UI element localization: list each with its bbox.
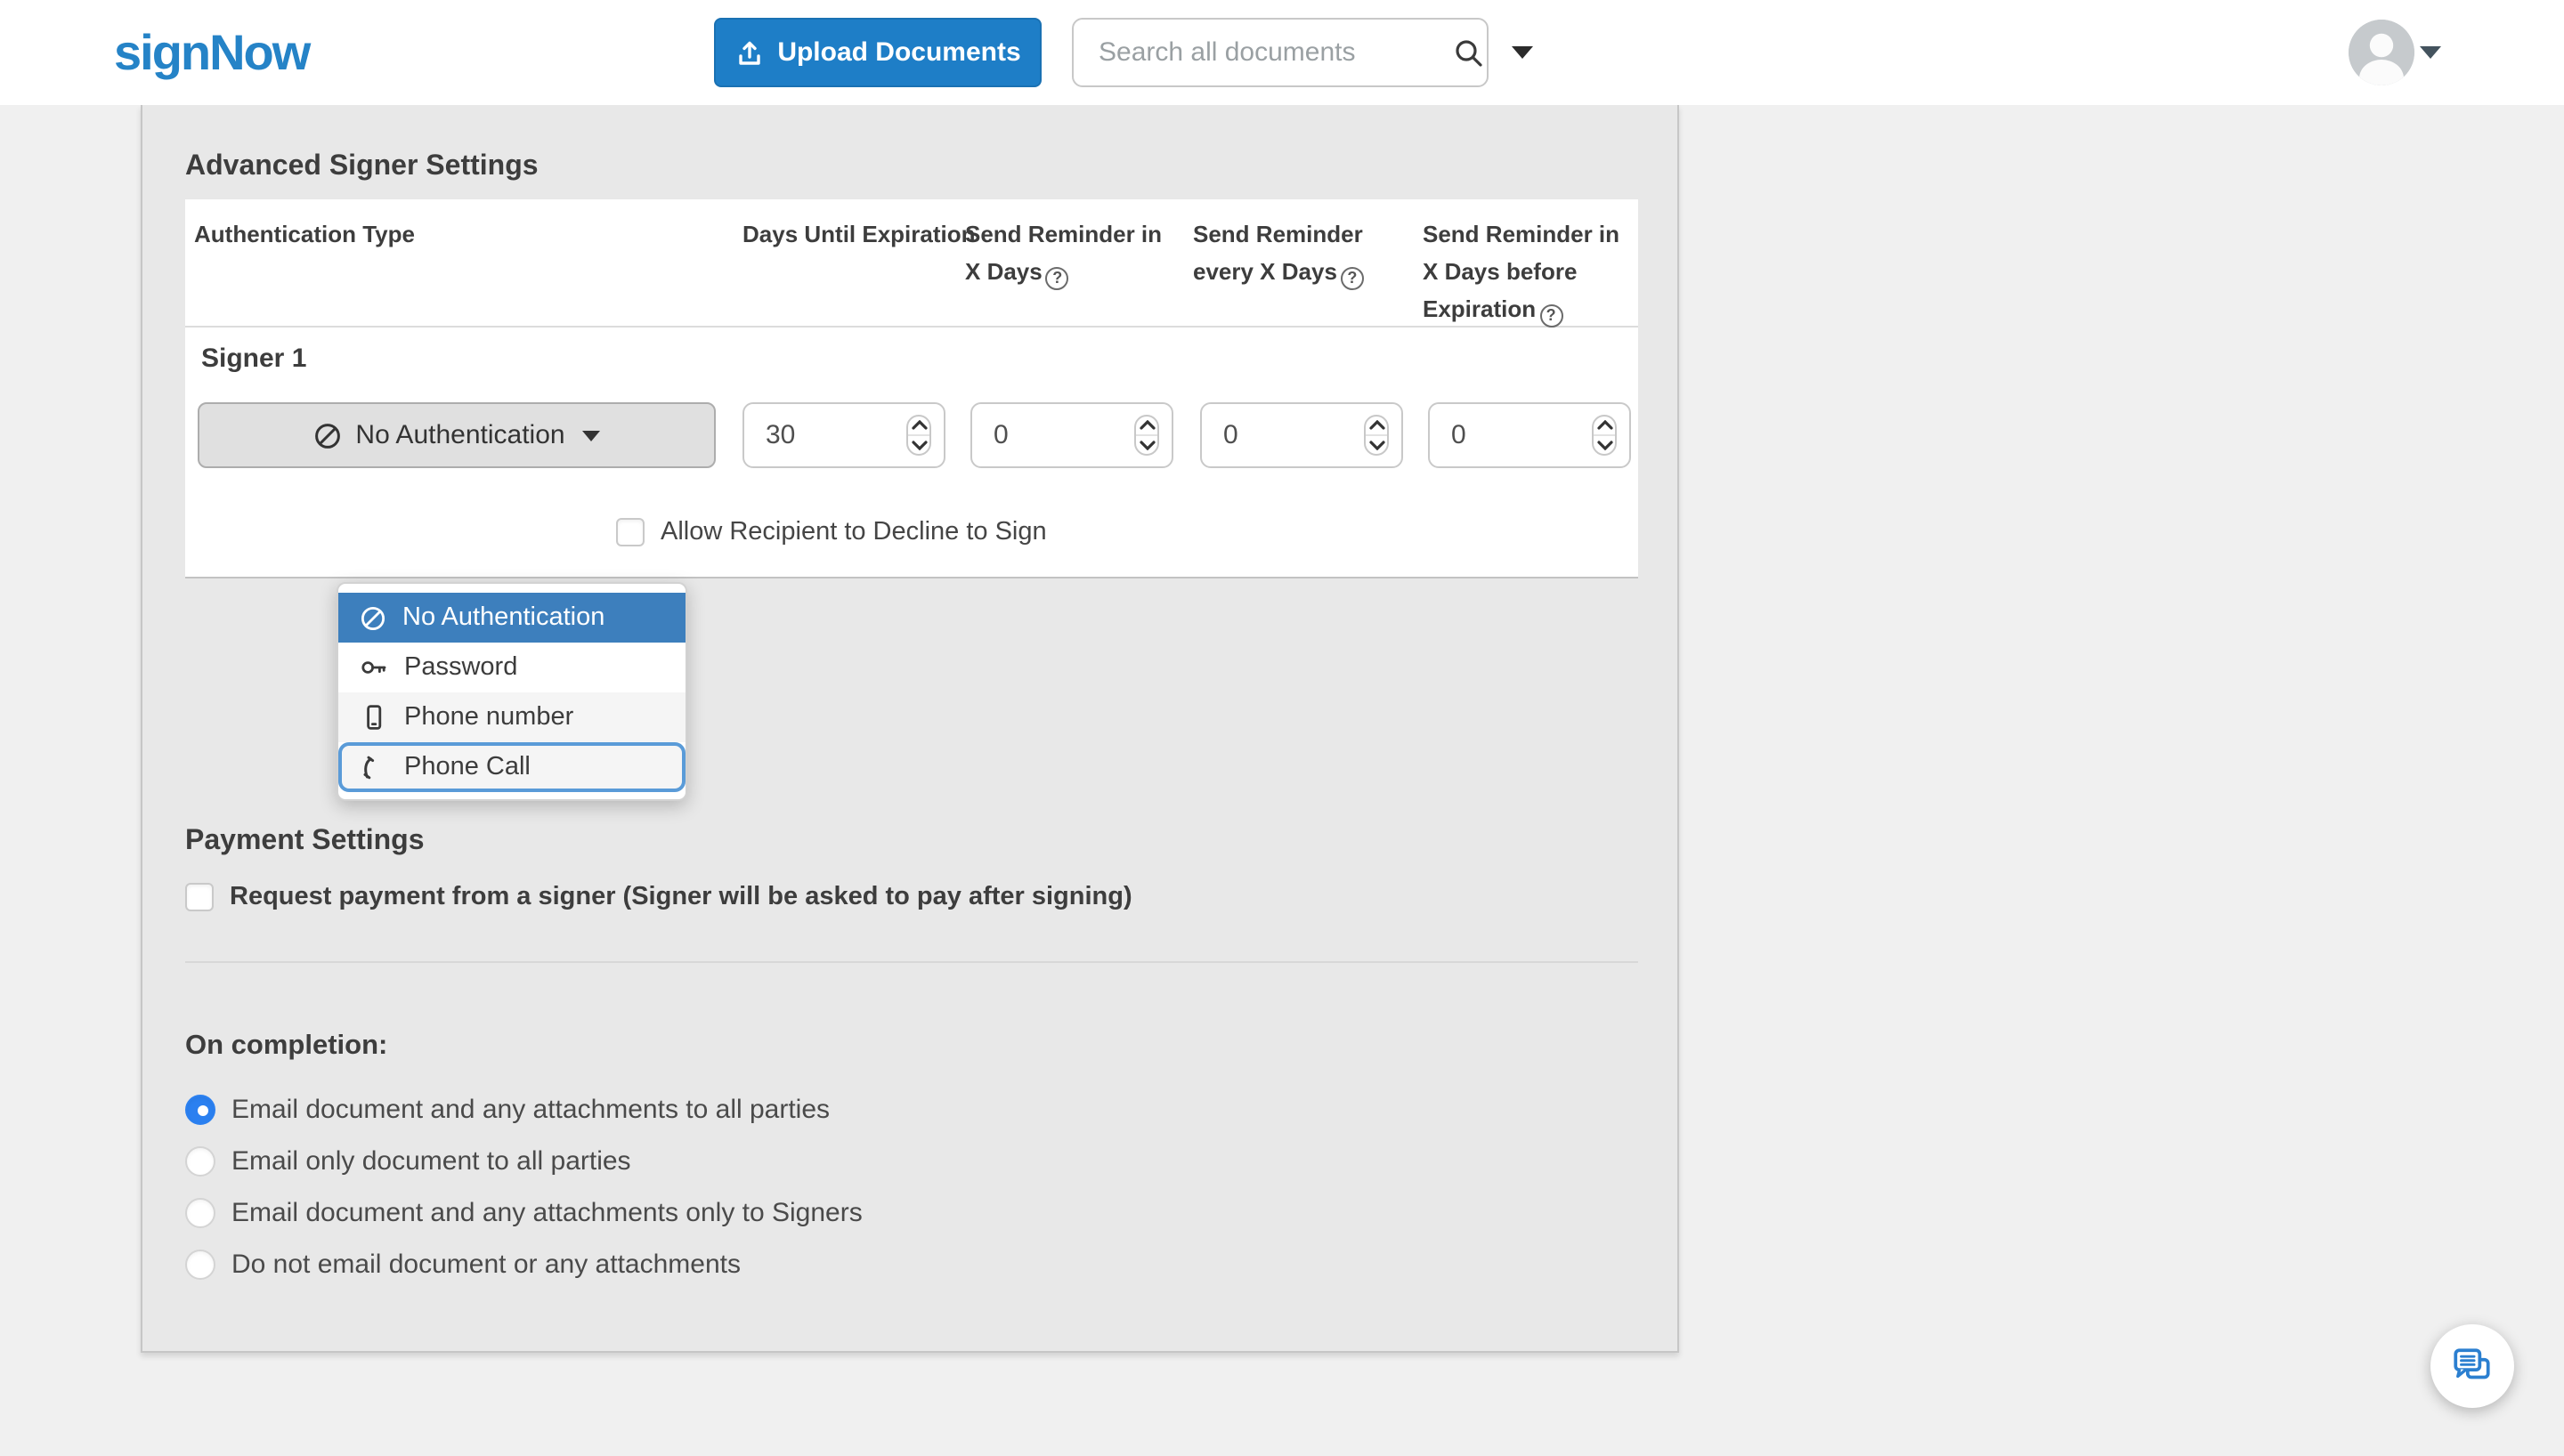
authentication-type-dropdown-button[interactable]: No Authentication <box>198 402 716 468</box>
send-reminder-in-x-days-field <box>970 402 1173 468</box>
menu-item-phone-number[interactable]: Phone number <box>338 692 686 742</box>
account-menu-caret-icon[interactable] <box>2420 46 2441 59</box>
help-icon[interactable]: ? <box>1045 267 1069 290</box>
phone-icon <box>360 753 388 781</box>
no-auth-icon <box>312 421 341 449</box>
avatar[interactable] <box>2349 20 2414 85</box>
request-payment-checkbox[interactable] <box>185 883 214 911</box>
signer-1-label: Signer 1 <box>201 344 307 374</box>
decline-to-sign-row: Allow Recipient to Decline to Sign <box>185 513 1638 555</box>
number-stepper[interactable] <box>906 415 931 456</box>
upload-icon <box>734 38 763 67</box>
search-input[interactable] <box>1074 37 1453 68</box>
col-header-send-reminder-every-x-days: Send Reminder every X Days? <box>1193 215 1421 290</box>
number-stepper[interactable] <box>1592 415 1617 456</box>
key-icon <box>360 653 388 682</box>
table-header-row: Authentication Type Days Until Expiratio… <box>185 199 1638 328</box>
help-icon[interactable]: ? <box>1539 304 1563 328</box>
mobile-icon <box>360 703 388 732</box>
menu-item-no-authentication[interactable]: No Authentication <box>338 593 686 643</box>
help-icon[interactable]: ? <box>1340 267 1364 290</box>
radio[interactable] <box>185 1145 215 1176</box>
auth-dropdown-label: No Authentication <box>355 420 565 450</box>
completion-option-signers-only[interactable]: Email document and any attachments only … <box>185 1194 863 1230</box>
advanced-settings-panel: Advanced Signer Settings Authentication … <box>141 105 1679 1353</box>
radio[interactable] <box>185 1197 215 1227</box>
search-filter-caret-icon[interactable] <box>1512 46 1533 59</box>
chat-icon <box>2450 1344 2495 1388</box>
panel-title: Advanced Signer Settings <box>185 151 539 182</box>
col-header-days-until-expiration: Days Until Expiration <box>742 221 976 247</box>
authentication-type-menu: No Authentication Password Phone number <box>337 582 687 801</box>
number-stepper[interactable] <box>1364 415 1389 456</box>
radio[interactable] <box>185 1249 215 1279</box>
request-payment-row: Request payment from a signer (Signer wi… <box>185 883 1132 911</box>
completion-option-no-email[interactable]: Do not email document or any attachments <box>185 1246 741 1282</box>
payment-settings-title: Payment Settings <box>185 826 425 856</box>
completion-option-all-parties-attachments[interactable]: Email document and any attachments to al… <box>185 1091 830 1127</box>
on-completion-title: On completion: <box>185 1031 388 1061</box>
days-until-expiration-field <box>742 402 945 468</box>
signer-settings-table: Authentication Type Days Until Expiratio… <box>185 199 1638 578</box>
menu-item-phone-call[interactable]: Phone Call <box>338 742 686 792</box>
number-stepper[interactable] <box>1134 415 1159 456</box>
decline-to-sign-label[interactable]: Allow Recipient to Decline to Sign <box>661 518 1047 546</box>
section-divider <box>185 961 1638 963</box>
decline-to-sign-checkbox[interactable] <box>616 518 645 546</box>
radio-selected[interactable] <box>185 1094 215 1124</box>
menu-item-password[interactable]: Password <box>338 643 686 692</box>
send-reminder-before-expiration-field <box>1428 402 1631 468</box>
col-header-authentication-type: Authentication Type <box>194 221 415 247</box>
chat-support-button[interactable] <box>2430 1324 2514 1408</box>
completion-option-document-only[interactable]: Email only document to all parties <box>185 1143 631 1178</box>
send-reminder-every-x-days-field <box>1200 402 1403 468</box>
no-auth-icon <box>360 604 386 631</box>
search-box <box>1072 18 1489 87</box>
upload-button-label: Upload Documents <box>777 37 1021 68</box>
chevron-down-icon <box>582 430 601 441</box>
search-icon[interactable] <box>1453 36 1485 69</box>
top-bar: signNow Upload Documents <box>0 0 2564 105</box>
col-header-send-reminder-before-expiration: Send Reminder in X Days before Expiratio… <box>1423 215 1629 328</box>
page: signNow Upload Documents Search all docu… <box>0 0 2564 1456</box>
col-header-send-reminder-in-x-days: Send Reminder in X Days? <box>965 215 1164 290</box>
request-payment-label[interactable]: Request payment from a signer (Signer wi… <box>230 883 1132 911</box>
signnow-logo[interactable]: signNow <box>114 25 311 82</box>
upload-documents-button[interactable]: Upload Documents <box>714 18 1042 87</box>
